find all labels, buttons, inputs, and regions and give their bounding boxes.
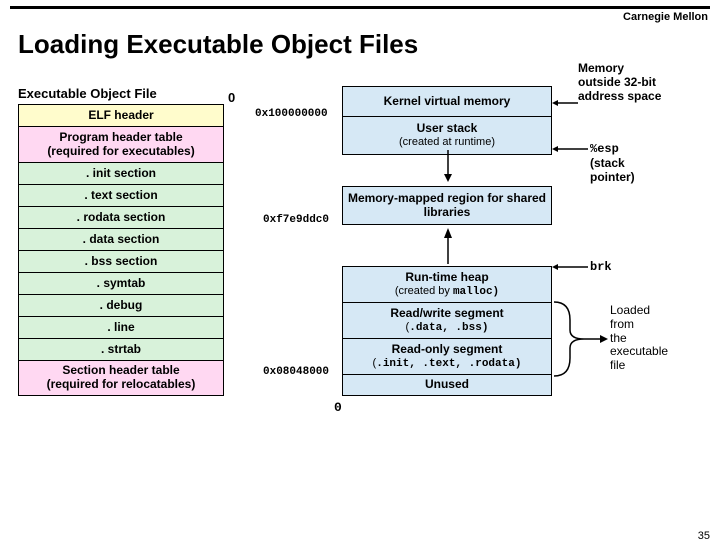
diagram-canvas: Executable Object File 0 ELF headerProgr… xyxy=(0,86,720,536)
elf-section: . strtab xyxy=(18,338,224,360)
memory-region: Run-time heap(created by malloc) xyxy=(342,266,552,302)
elf-section: . text section xyxy=(18,184,224,206)
memory-region: Unused xyxy=(342,374,552,396)
elf-section: . rodata section xyxy=(18,206,224,228)
slide-number: 35 xyxy=(698,530,710,542)
elf-section: . line xyxy=(18,316,224,338)
addr-bottom: 0 xyxy=(334,400,342,415)
brk-label: brk xyxy=(590,260,612,275)
arrow-esp xyxy=(552,146,590,152)
addr-shared: 0xf7e9ddc0 xyxy=(263,214,329,226)
arrow-kernel xyxy=(552,100,580,106)
elf-section: . debug xyxy=(18,294,224,316)
addr-rw-bottom: 0x08048000 xyxy=(263,366,329,378)
esp-label: %esp (stackpointer) xyxy=(590,142,635,184)
brace-loaded xyxy=(554,302,608,376)
elf-section: Program header table(required for execut… xyxy=(18,126,224,162)
memory-region: Read/write segment(.data, .bss) xyxy=(342,302,552,338)
elf-title: Executable Object File xyxy=(18,86,157,101)
elf-section: . bss section xyxy=(18,250,224,272)
arrow-stack-grow xyxy=(442,150,454,182)
slide-title: Loading Executable Object Files xyxy=(18,29,720,60)
memory-region: Read-only segment(.init, .text, .rodata) xyxy=(342,338,552,374)
memory-region: Kernel virtual memory xyxy=(342,86,552,116)
addr-top: 0x100000000 xyxy=(255,108,328,120)
header-rule xyxy=(10,6,710,9)
arrow-brk xyxy=(552,264,590,270)
elf-zero-label: 0 xyxy=(228,90,235,105)
elf-section: . init section xyxy=(18,162,224,184)
elf-section: ELF header xyxy=(18,104,224,126)
elf-section: Section header table(required for reloca… xyxy=(18,360,224,396)
arrow-heap-grow xyxy=(442,228,454,264)
brand-label: Carnegie Mellon xyxy=(0,11,708,23)
elf-section: . symtab xyxy=(18,272,224,294)
elf-column: ELF headerProgram header table(required … xyxy=(18,104,224,396)
loaded-note: Loadedfromtheexecutablefile xyxy=(610,304,668,373)
memory-region: User stack(created at runtime) xyxy=(342,116,552,154)
elf-section: . data section xyxy=(18,228,224,250)
memory-region: Memory-mapped region for shared librarie… xyxy=(342,186,552,224)
kernel-note: Memoryoutside 32-bitaddress space xyxy=(578,62,708,103)
